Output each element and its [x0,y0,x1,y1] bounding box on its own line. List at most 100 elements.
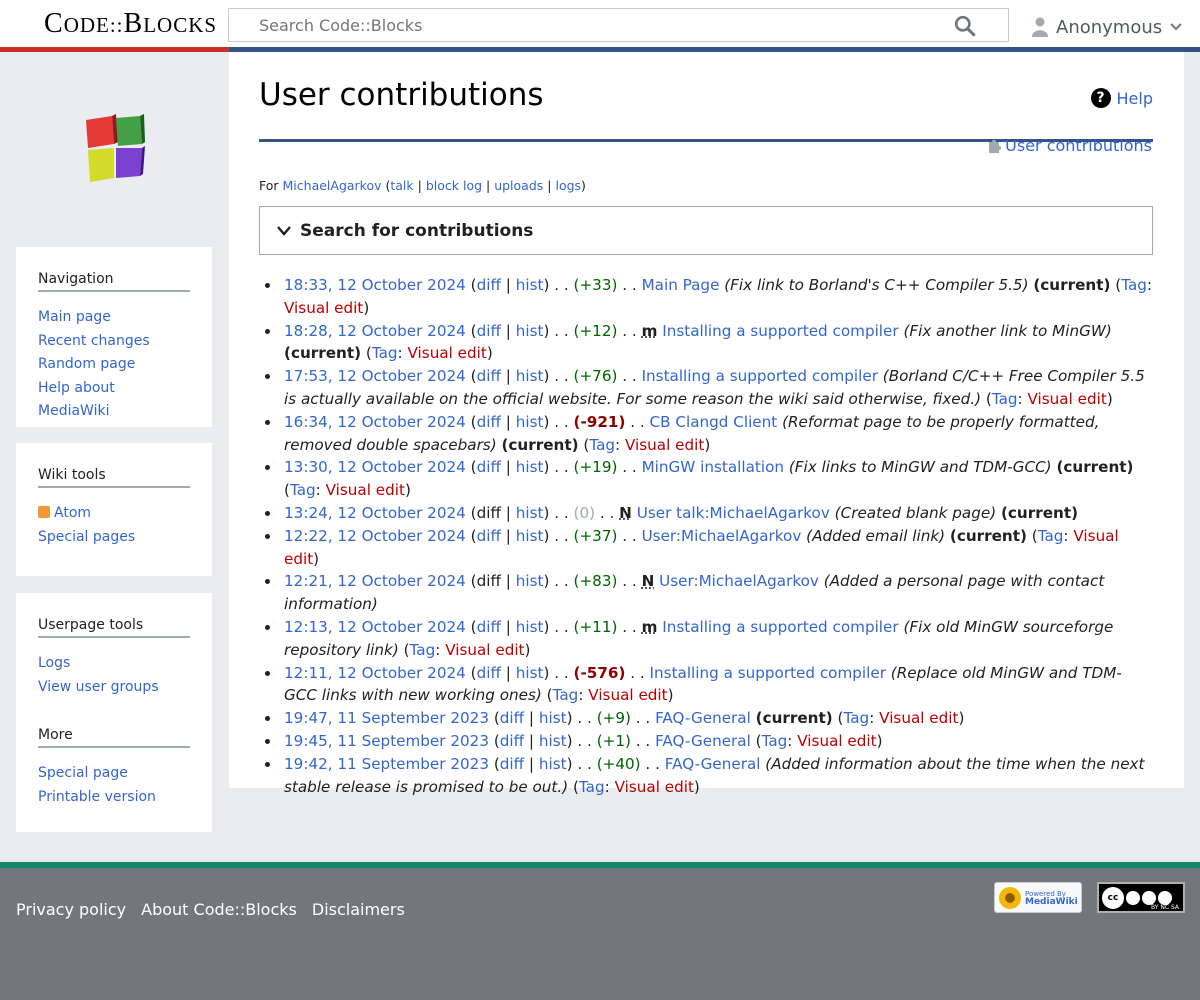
contribution-date-link[interactable]: 13:24, 12 October 2024 [284,504,466,522]
sidebar-item-view-user-groups[interactable]: View user groups [38,679,159,695]
contribution-tag-label[interactable]: Tag [1038,527,1064,545]
contribution-diff-link[interactable]: diff [477,413,501,431]
contribution-diff-link[interactable]: diff [477,458,501,476]
contribution-tag-label[interactable]: Tag [579,778,605,796]
contribution-tag-value[interactable]: Visual edit [445,641,524,659]
contribution-date-link[interactable]: 12:13, 12 October 2024 [284,618,466,636]
contribution-diff-link[interactable]: diff [500,755,524,773]
contribution-tag-label[interactable]: Tag [843,709,869,727]
powered-by-mediawiki-badge[interactable]: Powered By MediaWiki [994,882,1082,913]
footer-disclaimers-link[interactable]: Disclaimers [312,900,405,919]
user-contributions-tool-link[interactable]: User contributions [987,136,1152,155]
contribution-hist-link[interactable]: hist [539,709,567,727]
contribution-hist-link[interactable]: hist [516,504,544,522]
contribution-hist-link[interactable]: hist [539,732,567,750]
contribution-tag-value[interactable]: Visual edit [408,344,487,362]
creative-commons-badge[interactable]: cc BY NC SA [1097,882,1185,913]
user-block-log-link[interactable]: block log [426,178,482,193]
contribution-diff-link[interactable]: diff [477,276,501,294]
sidebar-item-logs[interactable]: Logs [38,655,70,671]
contribution-page-link[interactable]: User:MichaelAgarkov [642,527,802,545]
contribution-diff-link[interactable]: diff [477,527,501,545]
contribution-page-link[interactable]: Main Page [642,276,720,294]
contribution-tag-label[interactable]: Tag [762,732,788,750]
contribution-page-link[interactable]: Installing a supported compiler [650,664,886,682]
contribution-hist-link[interactable]: hist [516,322,544,340]
contribution-tag-label[interactable]: Tag [553,686,579,704]
contribution-hist-link[interactable]: hist [539,755,567,773]
contribution-tag-value[interactable]: Visual edit [625,436,704,454]
contribution-hist-link[interactable]: hist [516,527,544,545]
sidebar-item-atom[interactable]: Atom [38,505,91,521]
contribution-tag-label[interactable]: Tag [589,436,615,454]
contribution-page-link[interactable]: Installing a supported compiler [662,322,898,340]
contribution-tag-label[interactable]: Tag [410,641,436,659]
sidebar-item-special-page[interactable]: Special page [38,765,128,781]
contribution-hist-link[interactable]: hist [516,664,544,682]
sidebar-item-printable-version[interactable]: Printable version [38,789,156,805]
user-uploads-link[interactable]: uploads [494,178,543,193]
contribution-tag-label[interactable]: Tag [1121,276,1147,294]
contribution-hist-link[interactable]: hist [516,276,544,294]
contribution-date-link[interactable]: 13:30, 12 October 2024 [284,458,466,476]
contribution-tag-value[interactable]: Visual edit [615,778,694,796]
sidebar-item-recent-changes[interactable]: Recent changes [38,333,150,349]
contribution-tag-label[interactable]: Tag [290,481,316,499]
contribution-tag-label[interactable]: Tag [992,390,1018,408]
user-talk-link[interactable]: talk [390,178,413,193]
contribution-date-link[interactable]: 19:47, 11 September 2023 [284,709,489,727]
contribution-date-link[interactable]: 19:42, 11 September 2023 [284,755,489,773]
contribution-page-link[interactable]: CB Clangd Client [650,413,778,431]
contribution-page-link[interactable]: FAQ-General [655,732,751,750]
contribution-date-link[interactable]: 12:22, 12 October 2024 [284,527,466,545]
search-contributions-toggle[interactable]: Search for contributions [259,206,1153,255]
contribution-date-link[interactable]: 18:33, 12 October 2024 [284,276,466,294]
contribution-diff-link[interactable]: diff [477,618,501,636]
footer-privacy-link[interactable]: Privacy policy [16,900,126,919]
contribution-page-link[interactable]: Installing a supported compiler [642,367,878,385]
contribution-diff-link[interactable]: diff [477,367,501,385]
contribution-tag-value[interactable]: Visual edit [1027,390,1106,408]
contribution-hist-link[interactable]: hist [516,367,544,385]
sidebar-item-random-page[interactable]: Random page [38,356,135,372]
contribution-date-link[interactable]: 12:21, 12 October 2024 [284,572,466,590]
contribution-page-link[interactable]: User:MichaelAgarkov [659,572,819,590]
user-name-link[interactable]: MichaelAgarkov [283,178,382,193]
contribution-diff-link[interactable]: diff [477,322,501,340]
site-title[interactable]: CODE::BLOCKS [44,8,217,40]
contribution-diff-link[interactable]: diff [477,664,501,682]
contribution-date-link[interactable]: 17:53, 12 October 2024 [284,367,466,385]
contribution-tag-value[interactable]: Visual edit [284,299,363,317]
contribution-row: 17:53, 12 October 2024 (diff | hist) . .… [265,365,1154,411]
contribution-date-link[interactable]: 18:28, 12 October 2024 [284,322,466,340]
contribution-page-link[interactable]: Installing a supported compiler [662,618,898,636]
sidebar-item-help[interactable]: Help about MediaWiki [38,380,115,420]
contribution-diff-link[interactable]: diff [500,709,524,727]
search-icon[interactable] [954,15,976,37]
contribution-tag-value[interactable]: Visual edit [326,481,405,499]
contribution-date-link[interactable]: 12:11, 12 October 2024 [284,664,466,682]
contribution-diff-link[interactable]: diff [500,732,524,750]
sidebar-item-main-page[interactable]: Main page [38,309,111,325]
contribution-date-link[interactable]: 16:34, 12 October 2024 [284,413,466,431]
contribution-tag-value[interactable]: Visual edit [588,686,667,704]
contribution-tag-label[interactable]: Tag [372,344,398,362]
contribution-hist-link[interactable]: hist [516,572,544,590]
contribution-tag-value[interactable]: Visual edit [879,709,958,727]
contribution-page-link[interactable]: User talk:MichaelAgarkov [637,504,830,522]
footer-about-link[interactable]: About Code::Blocks [141,900,297,919]
user-logs-link[interactable]: logs [555,178,581,193]
help-link[interactable]: ? Help [1090,88,1153,108]
contribution-tag-value[interactable]: Visual edit [797,732,876,750]
user-menu[interactable]: Anonymous [1032,12,1182,42]
contribution-date-link[interactable]: 19:45, 11 September 2023 [284,732,489,750]
contribution-page-link[interactable]: FAQ-General [655,709,751,727]
contribution-page-link[interactable]: FAQ-General [665,755,761,773]
contribution-page-link[interactable]: MinGW installation [642,458,784,476]
sidebar-item-special-pages[interactable]: Special pages [38,529,135,545]
contribution-hist-link[interactable]: hist [516,458,544,476]
contribution-hist-link[interactable]: hist [516,413,544,431]
site-logo[interactable] [82,114,146,182]
search-input[interactable] [259,9,959,41]
contribution-hist-link[interactable]: hist [516,618,544,636]
